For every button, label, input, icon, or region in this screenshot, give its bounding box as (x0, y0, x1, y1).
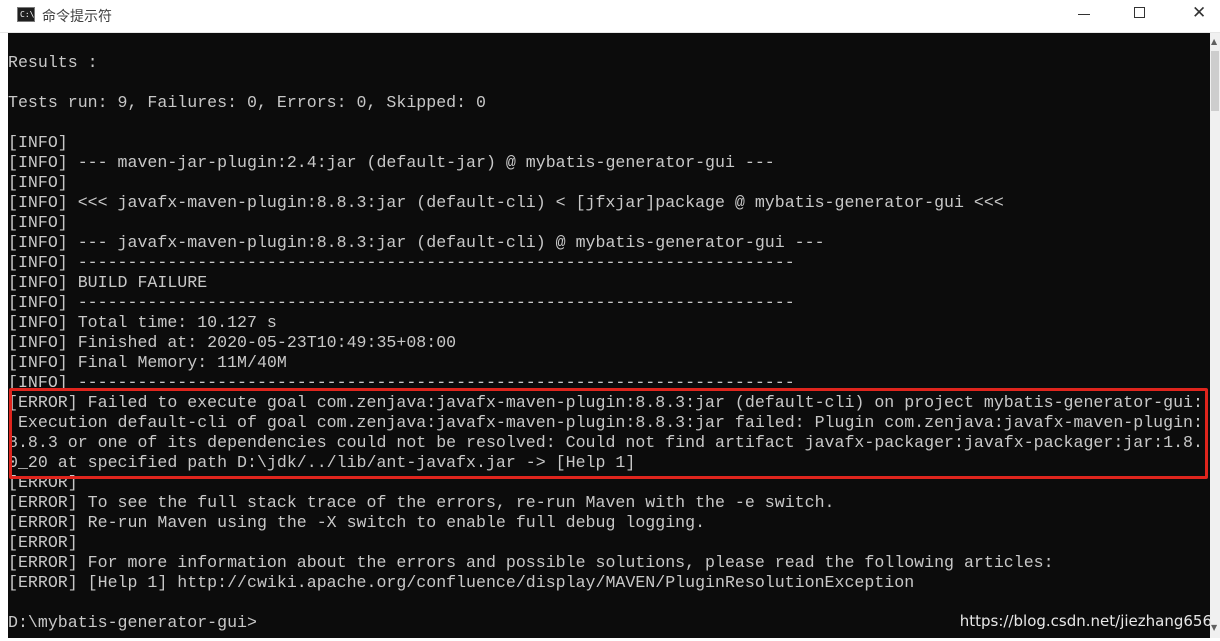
cmd-icon: C:\. (17, 7, 39, 22)
maximize-icon (1134, 7, 1145, 18)
console-line: [INFO] Finished at: 2020-05-23T10:49:35+… (8, 333, 457, 352)
console-line: [INFO] --- maven-jar-plugin:2.4:jar (def… (8, 153, 775, 172)
window-title: 命令提示符 (42, 9, 112, 25)
watermark: https://blog.csdn.net/jiezhang656 (959, 612, 1212, 630)
console-line: [INFO] BUILD FAILURE (8, 273, 208, 292)
console-line: [ERROR] For more information about the e… (8, 553, 1054, 572)
console-line: [INFO] (8, 213, 68, 232)
console-line: [INFO] (8, 173, 68, 192)
close-button[interactable]: ✕ (1170, 0, 1220, 28)
console-line: [INFO] Total time: 10.127 s (8, 313, 277, 332)
console-line: [ERROR] Re-run Maven using the -X switch… (8, 513, 706, 532)
scroll-up-icon[interactable]: ▲ (1211, 37, 1217, 46)
console-output[interactable]: Results : Tests run: 9, Failures: 0, Err… (8, 33, 1210, 638)
console-line: [INFO] (8, 133, 68, 152)
console-line: [INFO] <<< javafx-maven-plugin:8.8.3:jar… (8, 193, 1004, 212)
title-bar[interactable]: C:\. 命令提示符 ✕ (0, 0, 1220, 33)
command-prompt[interactable]: D:\mybatis-generator-gui> (8, 613, 257, 633)
console-line: [ERROR] (8, 533, 78, 552)
console-line: [ERROR] To see the full stack trace of t… (8, 493, 835, 512)
minimize-button[interactable] (1060, 0, 1110, 28)
close-icon: ✕ (1192, 3, 1207, 23)
error-highlight-box (9, 388, 1208, 479)
maximize-button[interactable] (1115, 0, 1165, 28)
vertical-scrollbar[interactable]: ▲ ▼ (1210, 33, 1220, 638)
console-line: [ERROR] [Help 1] http://cwiki.apache.org… (8, 573, 915, 592)
scrollbar-thumb[interactable] (1211, 51, 1219, 111)
console-line: Results : (8, 53, 98, 72)
console-line: [INFO] Final Memory: 11M/40M (8, 353, 287, 372)
minimize-icon (1078, 14, 1090, 15)
console-line: Tests run: 9, Failures: 0, Errors: 0, Sk… (8, 93, 486, 112)
console-line: [INFO] --- javafx-maven-plugin:8.8.3:jar… (8, 233, 825, 252)
console-line: [INFO] ---------------------------------… (8, 253, 795, 272)
console-line: [INFO] ---------------------------------… (8, 293, 795, 312)
